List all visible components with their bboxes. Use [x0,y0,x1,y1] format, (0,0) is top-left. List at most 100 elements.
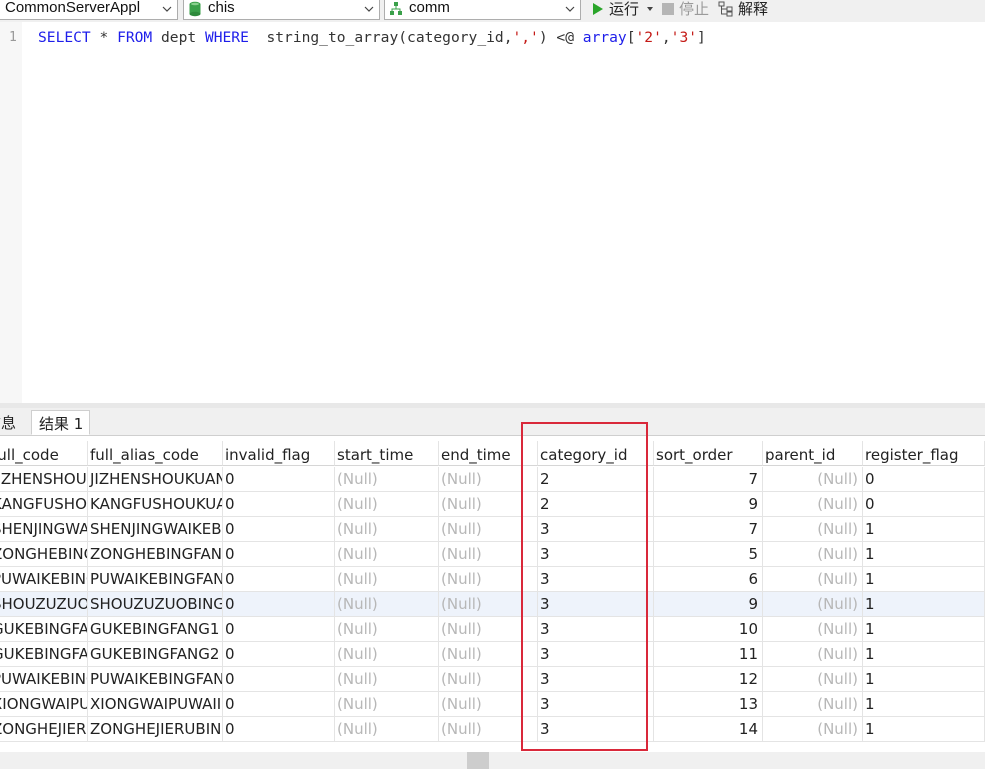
cell-category-id[interactable]: 2 [538,492,654,517]
column-header-full-alias-code[interactable]: full_alias_code [88,441,223,466]
cell-parent-id[interactable]: (Null) [763,592,863,617]
cell-start-time[interactable]: (Null) [335,467,439,492]
table-row[interactable]: XIONGWAIPUWAIIXIONGWAIPUWAII0(Null)(Null… [0,692,985,717]
connection-select[interactable]: CommonServerAppl [0,0,178,20]
cell-full-code[interactable]: JIZHENSHOUKUAN [0,467,88,492]
cell-end-time[interactable]: (Null) [439,667,538,692]
cell-end-time[interactable]: (Null) [439,717,538,742]
cell-invalid-flag[interactable]: 0 [223,467,335,492]
cell-full-code[interactable]: KANGFUSHOUKUAN [0,492,88,517]
cell-full-alias-code[interactable]: KANGFUSHOUKUAN [88,492,223,517]
cell-parent-id[interactable]: (Null) [763,692,863,717]
cell-full-alias-code[interactable]: SHENJINGWAIKEB [88,517,223,542]
table-row[interactable]: ZONGHEBINGFANGZONGHEBINGFANG0(Null)(Null… [0,542,985,567]
stop-button[interactable]: 停止 [660,0,712,20]
column-header-full-code[interactable]: full_code [0,441,88,466]
cell-full-alias-code[interactable]: JIZHENSHOUKUAN [88,467,223,492]
cell-category-id[interactable]: 3 [538,692,654,717]
cell-category-id[interactable]: 3 [538,717,654,742]
table-row[interactable]: ZONGHEJIERUBINGZONGHEJIERUBING0(Null)(Nu… [0,717,985,742]
column-header-start-time[interactable]: start_time [335,441,439,466]
cell-full-alias-code[interactable]: GUKEBINGFANG2 [88,642,223,667]
horizontal-scrollbar[interactable] [0,752,985,769]
cell-register-flag[interactable]: 1 [863,667,985,692]
cell-sort-order[interactable]: 5 [654,542,763,567]
column-header-category-id[interactable]: category_id [538,441,654,466]
cell-start-time[interactable]: (Null) [335,517,439,542]
cell-full-code[interactable]: GUKEBINGFANG2 [0,642,88,667]
cell-register-flag[interactable]: 1 [863,692,985,717]
cell-register-flag[interactable]: 0 [863,492,985,517]
cell-category-id[interactable]: 3 [538,517,654,542]
cell-start-time[interactable]: (Null) [335,692,439,717]
database-select[interactable]: chis [183,0,380,20]
cell-invalid-flag[interactable]: 0 [223,542,335,567]
cell-sort-order[interactable]: 11 [654,642,763,667]
cell-register-flag[interactable]: 1 [863,542,985,567]
cell-end-time[interactable]: (Null) [439,467,538,492]
column-header-parent-id[interactable]: parent_id [763,441,863,466]
table-row[interactable]: KANGFUSHOUKUANKANGFUSHOUKUAN0(Null)(Null… [0,492,985,517]
cell-start-time[interactable]: (Null) [335,567,439,592]
cell-register-flag[interactable]: 1 [863,617,985,642]
cell-register-flag[interactable]: 1 [863,717,985,742]
cell-category-id[interactable]: 3 [538,617,654,642]
schema-select[interactable]: comm [384,0,581,20]
column-header-end-time[interactable]: end_time [439,441,538,466]
tab-info[interactable]: 信息 [0,410,30,435]
cell-invalid-flag[interactable]: 0 [223,492,335,517]
cell-parent-id[interactable]: (Null) [763,567,863,592]
cell-category-id[interactable]: 2 [538,467,654,492]
cell-category-id[interactable]: 3 [538,642,654,667]
sql-editor[interactable]: 1 SELECT * FROM dept WHERE string_to_arr… [0,22,985,403]
cell-invalid-flag[interactable]: 0 [223,692,335,717]
table-row[interactable]: JIZHENSHOUKUANJIZHENSHOUKUAN0(Null)(Null… [0,467,985,492]
cell-full-code[interactable]: XIONGWAIPUWAII [0,692,88,717]
cell-invalid-flag[interactable]: 0 [223,617,335,642]
cell-parent-id[interactable]: (Null) [763,492,863,517]
cell-start-time[interactable]: (Null) [335,667,439,692]
cell-category-id[interactable]: 3 [538,567,654,592]
cell-sort-order[interactable]: 13 [654,692,763,717]
cell-parent-id[interactable]: (Null) [763,667,863,692]
grid-header-row[interactable]: full_codefull_alias_codeinvalid_flagstar… [0,441,985,466]
cell-register-flag[interactable]: 1 [863,592,985,617]
table-row[interactable]: GUKEBINGFANG1GUKEBINGFANG10(Null)(Null)3… [0,617,985,642]
result-grid[interactable]: full_codefull_alias_codeinvalid_flagstar… [0,436,985,742]
column-header-register-flag[interactable]: register_flag [863,441,985,466]
column-header-sort-order[interactable]: sort_order [654,441,763,466]
cell-full-alias-code[interactable]: SHOUZUZUOBING [88,592,223,617]
cell-start-time[interactable]: (Null) [335,642,439,667]
explain-button[interactable]: 解释 [716,0,776,20]
cell-full-alias-code[interactable]: XIONGWAIPUWAII [88,692,223,717]
cell-invalid-flag[interactable]: 0 [223,567,335,592]
cell-end-time[interactable]: (Null) [439,492,538,517]
cell-invalid-flag[interactable]: 0 [223,717,335,742]
cell-parent-id[interactable]: (Null) [763,642,863,667]
cell-sort-order[interactable]: 12 [654,667,763,692]
scrollbar-thumb[interactable] [467,752,489,769]
cell-full-code[interactable]: ZONGHEJIERUBING [0,717,88,742]
cell-register-flag[interactable]: 0 [863,467,985,492]
cell-end-time[interactable]: (Null) [439,592,538,617]
tab-result-1[interactable]: 结果 1 [31,410,90,435]
table-row[interactable]: SHENJINGWAIKEBSHENJINGWAIKEB0(Null)(Null… [0,517,985,542]
cell-start-time[interactable]: (Null) [335,717,439,742]
cell-category-id[interactable]: 3 [538,592,654,617]
cell-category-id[interactable]: 3 [538,542,654,567]
cell-full-alias-code[interactable]: GUKEBINGFANG1 [88,617,223,642]
cell-parent-id[interactable]: (Null) [763,542,863,567]
cell-sort-order[interactable]: 7 [654,467,763,492]
cell-start-time[interactable]: (Null) [335,617,439,642]
cell-sort-order[interactable]: 6 [654,567,763,592]
cell-register-flag[interactable]: 1 [863,642,985,667]
cell-full-alias-code[interactable]: PUWAIKEBINGFANG [88,667,223,692]
cell-sort-order[interactable]: 7 [654,517,763,542]
cell-end-time[interactable]: (Null) [439,692,538,717]
cell-full-code[interactable]: PUWAIKEBINGFANG [0,667,88,692]
cell-category-id[interactable]: 3 [538,667,654,692]
cell-sort-order[interactable]: 10 [654,617,763,642]
cell-full-code[interactable]: GUKEBINGFANG1 [0,617,88,642]
cell-parent-id[interactable]: (Null) [763,617,863,642]
cell-full-code[interactable]: SHOUZUZUOBING [0,592,88,617]
